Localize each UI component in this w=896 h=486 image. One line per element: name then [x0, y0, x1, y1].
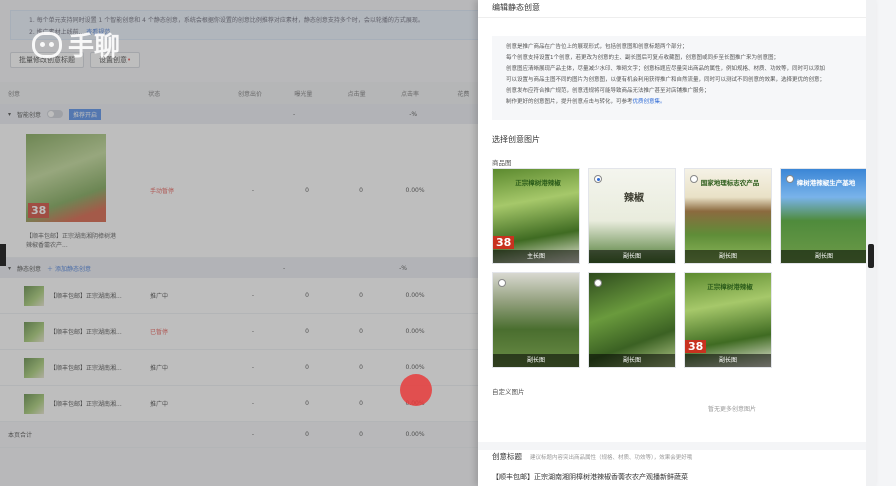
creative-title-input[interactable]: 【顺丰包邮】正宗湖南湘阴樟树港辣椒香薷农农产观播新鲜蔬菜	[492, 472, 688, 482]
image-title-text: 国家地理标志农产品	[700, 179, 760, 187]
tip-item: 每个创意支持设置1个创意，若更改为创意的主、副长图后可复点收藏图，创意图或同步至…	[506, 53, 862, 64]
tip-item: 创意是推广商品在广告位上的展现形式，包括创意图和创意标题两个部分；	[506, 42, 862, 53]
product-image-label: 商品图	[492, 159, 512, 167]
no-more-images-text: 暂无更多创意图片	[708, 406, 757, 413]
image-caption: 副长图	[685, 354, 771, 367]
watermark-logo-icon	[32, 31, 62, 58]
tips-list: 创意是推广商品在广告位上的展现形式，包括创意图和创意标题两个部分； 每个创意支持…	[492, 36, 868, 120]
image-title-text: 正宗樟树港辣椒	[515, 179, 561, 187]
tip-item: 可以设置与商品主图不同的图片为创意图，以便有机会利用获得推广和自然流量，同时可以…	[506, 75, 862, 86]
creative-title-hint: 建议标题内容突出商品属性（规格、材质、功效等），效果会更好哦	[530, 455, 693, 461]
creative-image-option[interactable]: 国家地理标志农产品 副长图	[684, 168, 772, 264]
scrollbar[interactable]	[866, 0, 876, 486]
radio-icon[interactable]	[498, 279, 506, 287]
image-caption: 主长图	[493, 250, 579, 263]
drawer-title: 编辑静态创意	[478, 0, 876, 18]
image-caption: 副长图	[781, 250, 867, 263]
tip-item: 创意发布应符合推广规范，创意违规将可能导致商品无法推广甚至对店铺推广服务；	[506, 86, 862, 97]
modal-overlay[interactable]	[0, 0, 488, 486]
tip-text: 制作更好的创意图片，提升创意点击与转化，可参考	[506, 99, 633, 105]
price-badge: 38	[493, 236, 515, 249]
radio-selected-icon[interactable]	[594, 175, 602, 183]
custom-image-label: 自定义图片	[492, 388, 525, 396]
creative-image-option[interactable]: 正宗樟树港辣椒 38 副长图	[684, 272, 772, 368]
image-title-text: 辣椒	[624, 193, 644, 204]
tip-item: 制作更好的创意图片，提升创意点击与转化，可参考优质创意集。	[506, 97, 862, 108]
creative-image-option[interactable]: 正宗樟树港辣椒 38 主长图	[492, 168, 580, 264]
image-title-text: 樟树港辣椒生产基地	[796, 179, 856, 187]
price-badge: 38	[685, 340, 707, 353]
radio-icon[interactable]	[594, 279, 602, 287]
creative-image-option[interactable]: 樟树港辣椒生产基地 副长图	[780, 168, 868, 264]
scrollbar-thumb[interactable]	[868, 244, 874, 268]
quality-creative-link[interactable]: 优质创意集。	[633, 99, 666, 105]
creative-image-option[interactable]: 辣椒 副长图	[588, 168, 676, 264]
select-image-title: 选择创意图片	[492, 135, 540, 144]
tip-item: 创意图应清晰展现产品主体，尽量减少水印、堆砌文字；创意标题应尽量突出商品的属性，…	[506, 64, 862, 75]
image-caption: 副长图	[685, 250, 771, 263]
creative-title-label: 创意标题	[492, 452, 522, 461]
creative-image-option[interactable]: 副长图	[588, 272, 676, 368]
image-caption: 副长图	[589, 250, 675, 263]
section-divider	[478, 442, 876, 450]
watermark: 手聊	[32, 26, 120, 63]
creative-image-option[interactable]: 副长图	[492, 272, 580, 368]
watermark-text: 手聊	[68, 32, 121, 62]
image-grid: 正宗樟树港辣椒 38 主长图 辣椒 副长图 国家地理标志农产品 副长图 樟树港辣…	[492, 168, 872, 368]
creative-title-section: 创意标题 建议标题内容突出商品属性（规格、材质、功效等），效果会更好哦	[492, 451, 692, 462]
drag-handle[interactable]	[0, 244, 6, 266]
image-title-text: 正宗樟树港辣椒	[707, 283, 753, 291]
image-caption: 副长图	[589, 354, 675, 367]
image-caption: 副长图	[493, 354, 579, 367]
click-indicator	[400, 374, 432, 406]
